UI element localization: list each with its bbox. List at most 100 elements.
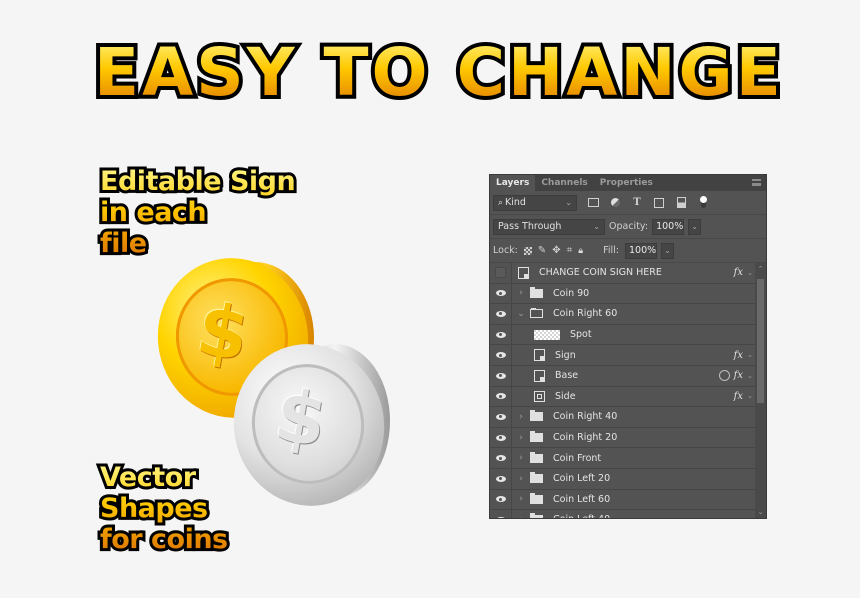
visibility-toggle[interactable]: [490, 489, 512, 510]
tab-properties[interactable]: Properties: [594, 175, 659, 191]
layer-row[interactable]: › Coin Left 60: [490, 489, 755, 511]
chevron-right-icon[interactable]: ›: [516, 515, 526, 518]
eye-icon: [495, 290, 506, 297]
chevron-right-icon[interactable]: ›: [516, 453, 526, 463]
eye-icon: [495, 310, 506, 317]
layer-name: Coin 90: [553, 287, 590, 299]
layer-name: Coin Left 40: [553, 514, 610, 518]
lock-image-pixels-icon[interactable]: ✎: [538, 245, 546, 256]
chevron-right-icon[interactable]: ›: [516, 494, 526, 504]
layer-name: Side: [555, 390, 576, 402]
layer-row[interactable]: Base fx ⌄: [490, 365, 755, 387]
chevron-down-icon[interactable]: ⌄: [747, 372, 753, 380]
layer-name: Coin Front: [553, 452, 602, 464]
lock-artboard-icon[interactable]: ⌗: [567, 245, 573, 256]
lock-position-icon[interactable]: ✥: [552, 245, 560, 256]
visibility-toggle[interactable]: [490, 386, 512, 407]
scrollbar-thumb[interactable]: [757, 279, 764, 403]
tab-layers[interactable]: Layers: [490, 175, 536, 191]
visibility-toggle[interactable]: [490, 510, 512, 518]
folder-icon: [530, 472, 543, 484]
lock-all-icon[interactable]: 🔒︎: [578, 246, 583, 256]
tab-channels[interactable]: Channels: [535, 175, 593, 191]
blend-mode-value: Pass Through: [498, 221, 562, 232]
layer-row[interactable]: › Coin 90: [490, 283, 755, 305]
type-filter-icon[interactable]: T: [631, 197, 643, 209]
layer-name: Sign: [555, 349, 576, 361]
folder-icon: [530, 513, 543, 518]
layer-name: CHANGE COIN SIGN HERE: [539, 267, 662, 279]
chevron-right-icon[interactable]: ›: [516, 474, 526, 484]
fill-label: Fill:: [603, 245, 619, 256]
layer-row[interactable]: CHANGE COIN SIGN HERE fx ⌄: [490, 263, 755, 284]
eye-icon: [495, 455, 506, 462]
layer-row[interactable]: › Coin Right 20: [490, 427, 755, 449]
layer-name: Coin Right 40: [553, 411, 618, 423]
opacity-input[interactable]: 100%: [652, 218, 685, 235]
eye-icon: [495, 331, 506, 338]
filter-row: ⌕ Kind ⌄ T: [490, 191, 766, 215]
panel-tabs: Layers Channels Properties: [490, 175, 766, 191]
headline-text: EASY TO CHANGE: [94, 34, 784, 111]
smart-object-thumbnail-icon: [534, 349, 545, 362]
blend-mode-select[interactable]: Pass Through ⌄: [493, 218, 605, 235]
feature-vector-shapes-text: Vector Shapes for coins: [100, 462, 228, 555]
layer-row[interactable]: ⌄ Coin Right 60: [490, 304, 755, 325]
chevron-up-icon[interactable]: ⌃: [755, 265, 766, 273]
folder-icon: [530, 492, 543, 504]
layer-row[interactable]: Spot: [490, 324, 755, 346]
image-filter-icon[interactable]: [587, 197, 599, 209]
opacity-dropdown[interactable]: ⌄: [688, 218, 702, 235]
fill-input[interactable]: 100%: [625, 242, 657, 259]
layer-row[interactable]: › Coin Left 20: [490, 468, 755, 490]
fx-icon[interactable]: fx: [734, 370, 743, 381]
layer-row[interactable]: › Coin Front: [490, 448, 755, 469]
layer-name: Coin Left 60: [553, 493, 611, 505]
fill-dropdown[interactable]: ⌄: [661, 242, 674, 259]
layer-row[interactable]: Sign fx ⌄: [490, 345, 755, 366]
lock-transparent-pixels-icon[interactable]: [523, 246, 532, 255]
chevron-right-icon[interactable]: ›: [516, 288, 526, 298]
visibility-toggle[interactable]: [490, 263, 512, 283]
adjustment-filter-icon[interactable]: [609, 197, 621, 209]
panel-menu-icon[interactable]: [752, 179, 761, 186]
visibility-toggle[interactable]: [490, 448, 512, 468]
chevron-down-icon[interactable]: ⌄: [516, 309, 526, 319]
filter-kind-select[interactable]: ⌕ Kind ⌄: [493, 194, 577, 211]
visibility-toggle[interactable]: [490, 283, 512, 304]
filter-toggle-icon[interactable]: [697, 196, 709, 209]
layer-row[interactable]: › Coin Right 40: [490, 407, 755, 428]
fx-icon[interactable]: fx: [734, 350, 743, 361]
fx-icon[interactable]: fx: [734, 267, 743, 278]
chevron-right-icon[interactable]: ›: [516, 412, 526, 422]
smart-object-thumbnail-icon: [534, 369, 545, 382]
chevron-down-icon: ⌄: [565, 198, 572, 207]
layers-scrollbar[interactable]: ⌃ ⌄: [755, 263, 766, 518]
visibility-toggle[interactable]: [490, 468, 512, 489]
layer-row[interactable]: Side fx ⌄: [490, 386, 755, 408]
layer-name: Spot: [570, 329, 592, 341]
fx-icon[interactable]: fx: [734, 391, 743, 402]
chevron-right-icon[interactable]: ›: [516, 433, 526, 443]
chevron-down-icon[interactable]: ⌄: [747, 269, 753, 277]
layer-name: Coin Right 20: [553, 432, 618, 444]
shape-filter-icon[interactable]: [653, 197, 665, 209]
visibility-toggle[interactable]: [490, 324, 512, 345]
visibility-off-box: [495, 267, 506, 279]
visibility-toggle[interactable]: [490, 365, 512, 386]
smart-object-filter-icon[interactable]: [675, 197, 687, 209]
chevron-down-icon: ⌄: [593, 222, 600, 231]
layer-list: CHANGE COIN SIGN HERE fx ⌄ › Coin 90 ⌄ C…: [490, 263, 755, 518]
chevron-down-icon[interactable]: ⌄: [747, 351, 753, 359]
visibility-toggle[interactable]: [490, 304, 512, 324]
visibility-toggle[interactable]: [490, 427, 512, 448]
feature-editable-sign-text: Editable Sign in each file: [100, 166, 296, 259]
visibility-toggle[interactable]: [490, 345, 512, 365]
chevron-down-icon[interactable]: ⌄: [755, 508, 766, 516]
visibility-toggle[interactable]: [490, 407, 512, 427]
folder-icon: [530, 286, 543, 298]
lock-label: Lock:: [493, 245, 518, 256]
chevron-down-icon[interactable]: ⌄: [747, 392, 753, 400]
layer-row[interactable]: › Coin Left 40: [490, 510, 755, 518]
blend-row: Pass Through ⌄ Opacity: 100% ⌄: [490, 215, 766, 239]
